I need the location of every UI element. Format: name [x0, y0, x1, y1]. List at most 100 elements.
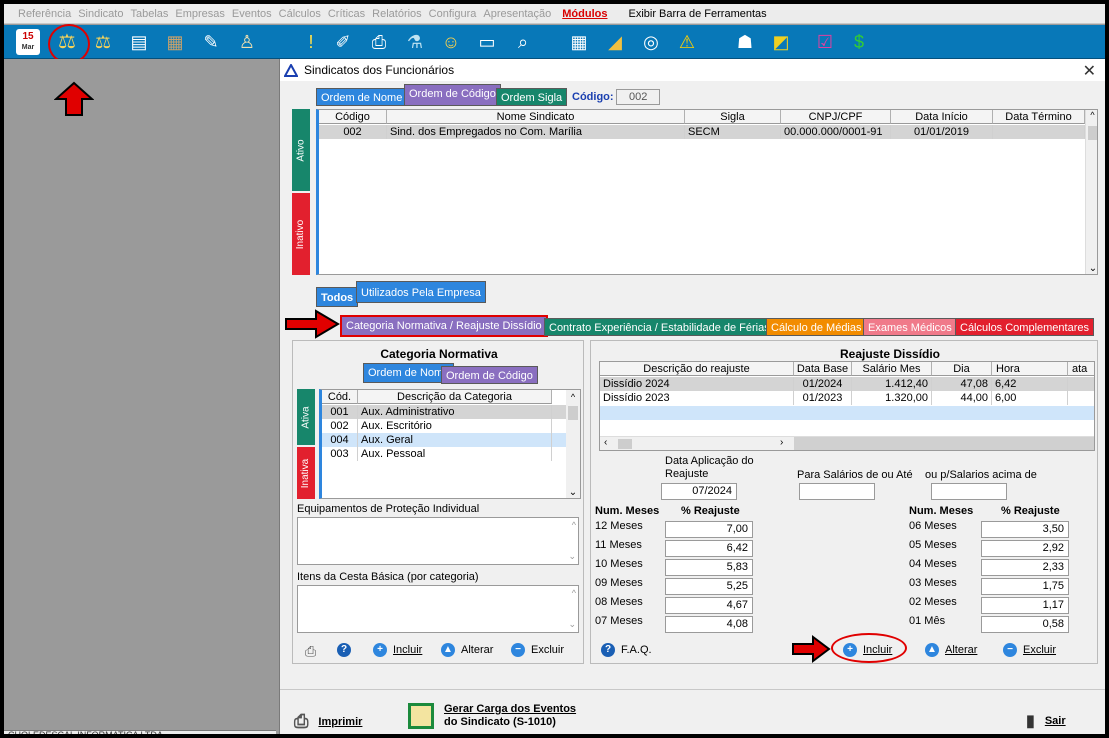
- epi-textarea[interactable]: ^ ⌄: [297, 517, 579, 565]
- scales-tree-icon[interactable]: ⚖: [90, 29, 116, 55]
- salarios-ate-input[interactable]: [799, 483, 875, 500]
- tab-ordem-sigla[interactable]: Ordem Sigla: [496, 88, 568, 106]
- chevron-left-icon[interactable]: ‹: [604, 437, 607, 448]
- col-hora[interactable]: Hora: [992, 362, 1068, 376]
- calculator-icon[interactable]: ▦: [566, 29, 592, 55]
- chevron-up-icon[interactable]: ^: [572, 520, 576, 530]
- col-descricao[interactable]: Descrição da Categoria: [358, 390, 552, 404]
- warning-icon[interactable]: ⚠: [674, 29, 700, 55]
- tab-ativa[interactable]: Ativa: [297, 389, 315, 445]
- menu-item-toolbar-toggle[interactable]: Exibir Barra de Ferramentas: [628, 8, 766, 20]
- tab-categoria-reajuste[interactable]: Categoria Normativa / Reajuste Dissídio: [340, 315, 548, 337]
- code-input[interactable]: 002: [616, 89, 660, 105]
- documents-icon[interactable]: ▤: [126, 29, 152, 55]
- tab-exames-medicos[interactable]: Exames Médicos: [863, 318, 957, 336]
- reajuste-pct-input[interactable]: 0,58: [981, 616, 1069, 633]
- reajuste-pct-input[interactable]: 6,42: [665, 540, 753, 557]
- col-data-termino[interactable]: Data Término: [993, 110, 1085, 124]
- person-desk-icon[interactable]: ♙: [234, 29, 260, 55]
- menu-item-referencia[interactable]: Referência: [18, 8, 71, 20]
- menu-item-modulos[interactable]: Módulos: [562, 8, 607, 20]
- reajuste-incluir-button[interactable]: + Incluir: [843, 643, 892, 657]
- col-nome[interactable]: Nome Sindicato: [387, 110, 685, 124]
- chevron-down-icon[interactable]: ⌄: [568, 619, 576, 630]
- salarios-acima-input[interactable]: [931, 483, 1007, 500]
- table-row[interactable]: Dissídio 2023 01/2023 1.320,00 44,00 6,00: [600, 391, 1094, 405]
- reajuste-pct-input[interactable]: 5,83: [665, 559, 753, 576]
- table-row-empty[interactable]: [600, 406, 1094, 420]
- chevron-down-icon[interactable]: ⌄: [1086, 263, 1097, 274]
- tab-contrato-experiencia[interactable]: Contrato Experiência / Estabilidade de F…: [544, 318, 775, 336]
- scrollbar-vertical[interactable]: ^ ⌄: [1085, 110, 1097, 274]
- export-icon[interactable]: ◩: [768, 29, 794, 55]
- col-cnpj[interactable]: CNPJ/CPF: [781, 110, 891, 124]
- list-item[interactable]: 004 Aux. Geral: [322, 433, 566, 447]
- list-item[interactable]: 001 Aux. Administrativo: [322, 405, 566, 419]
- menu-item-apresentacao[interactable]: Apresentação: [483, 8, 551, 20]
- reajuste-pct-input[interactable]: 2,92: [981, 540, 1069, 557]
- flask-icon[interactable]: ⚗: [402, 29, 428, 55]
- reajuste-alterar-button[interactable]: ▲ Alterar: [925, 643, 977, 657]
- menu-item-empresas[interactable]: Empresas: [175, 8, 225, 20]
- chevron-down-icon[interactable]: ⌄: [566, 487, 580, 498]
- building-icon[interactable]: ▦: [162, 29, 188, 55]
- cat-help-button[interactable]: ?: [337, 643, 357, 657]
- chart-icon[interactable]: ◢: [602, 29, 628, 55]
- menu-item-relatorios[interactable]: Relatórios: [372, 8, 422, 20]
- reajuste-pct-input[interactable]: 2,33: [981, 559, 1069, 576]
- tab-inativa[interactable]: Inativa: [297, 447, 315, 499]
- chevron-right-icon[interactable]: ›: [780, 437, 783, 448]
- imprimir-button[interactable]: ⎙ Imprimir: [294, 711, 362, 732]
- col-desc-reajuste[interactable]: Descrição do reajuste: [600, 362, 794, 376]
- chevron-up-icon[interactable]: ^: [572, 588, 576, 598]
- tab-inativo[interactable]: Inativo: [292, 193, 310, 275]
- cat-print-button[interactable]: ⎙: [305, 643, 316, 660]
- reajuste-pct-input[interactable]: 5,25: [665, 578, 753, 595]
- sair-button[interactable]: ▮ Sair: [1026, 711, 1066, 731]
- close-icon[interactable]: ✕: [1083, 61, 1096, 81]
- reajuste-pct-input[interactable]: 1,17: [981, 597, 1069, 614]
- cesta-textarea[interactable]: ^ ⌄: [297, 585, 579, 633]
- menu-item-tabelas[interactable]: Tabelas: [130, 8, 168, 20]
- tab-ativo[interactable]: Ativo: [292, 109, 310, 191]
- col-cod[interactable]: Cód.: [322, 390, 358, 404]
- menu-item-configura[interactable]: Configura: [429, 8, 477, 20]
- col-sigla[interactable]: Sigla: [685, 110, 781, 124]
- tab-ordem-codigo[interactable]: Ordem de Código: [404, 84, 501, 106]
- calendar-icon[interactable]: 15 Mar: [16, 29, 40, 55]
- menu-item-criticas[interactable]: Críticas: [328, 8, 365, 20]
- monitor-icon[interactable]: ▭: [474, 29, 500, 55]
- list-item[interactable]: 003 Aux. Pessoal: [322, 447, 566, 461]
- scrollbar-horizontal[interactable]: ‹ ›: [600, 436, 1094, 450]
- tab-todos[interactable]: Todos: [316, 287, 359, 307]
- col-salario-mes[interactable]: Salário Mes: [852, 362, 932, 376]
- menu-item-calculos[interactable]: Cálculos: [279, 8, 321, 20]
- reajuste-excluir-button[interactable]: − Excluir: [1003, 643, 1056, 657]
- check-box-icon[interactable]: ☑: [812, 29, 838, 55]
- scrollbar-thumb[interactable]: [618, 439, 632, 449]
- chevron-up-icon[interactable]: ^: [566, 390, 580, 402]
- tab-calculos-complementares[interactable]: Cálculos Complementares: [955, 318, 1094, 336]
- reajuste-pct-input[interactable]: 3,50: [981, 521, 1069, 538]
- col-data-base[interactable]: Data Base: [794, 362, 852, 376]
- scrollbar-thumb[interactable]: [1088, 126, 1097, 140]
- money-icon[interactable]: $: [846, 29, 872, 55]
- faq-button[interactable]: ? F.A.Q.: [601, 643, 652, 657]
- data-aplicacao-input[interactable]: 07/2024: [661, 483, 737, 500]
- search-icon[interactable]: ⌕: [510, 29, 536, 55]
- cat-scrollbar[interactable]: ^ ⌄: [566, 390, 580, 498]
- printer-icon[interactable]: ⎙: [366, 29, 392, 55]
- tab-calculo-medias[interactable]: Cálculo de Médias: [766, 318, 867, 336]
- scrollbar-thumb[interactable]: [568, 406, 578, 420]
- col-codigo[interactable]: Código: [319, 110, 387, 124]
- tab-utilizados[interactable]: Utilizados Pela Empresa: [356, 281, 486, 303]
- col-data-inicio[interactable]: Data Início: [891, 110, 993, 124]
- cat-alterar-button[interactable]: ▲ Alterar: [441, 643, 493, 657]
- table-row[interactable]: Dissídio 2024 01/2024 1.412,40 47,08 6,42: [600, 377, 1094, 391]
- pencil-icon[interactable]: ✐: [330, 29, 356, 55]
- list-item[interactable]: 002 Aux. Escritório: [322, 419, 566, 433]
- chevron-up-icon[interactable]: ^: [1086, 110, 1097, 120]
- menu-item-eventos[interactable]: Eventos: [232, 8, 272, 20]
- people-icon[interactable]: ☺: [438, 29, 464, 55]
- reajuste-pct-input[interactable]: 4,08: [665, 616, 753, 633]
